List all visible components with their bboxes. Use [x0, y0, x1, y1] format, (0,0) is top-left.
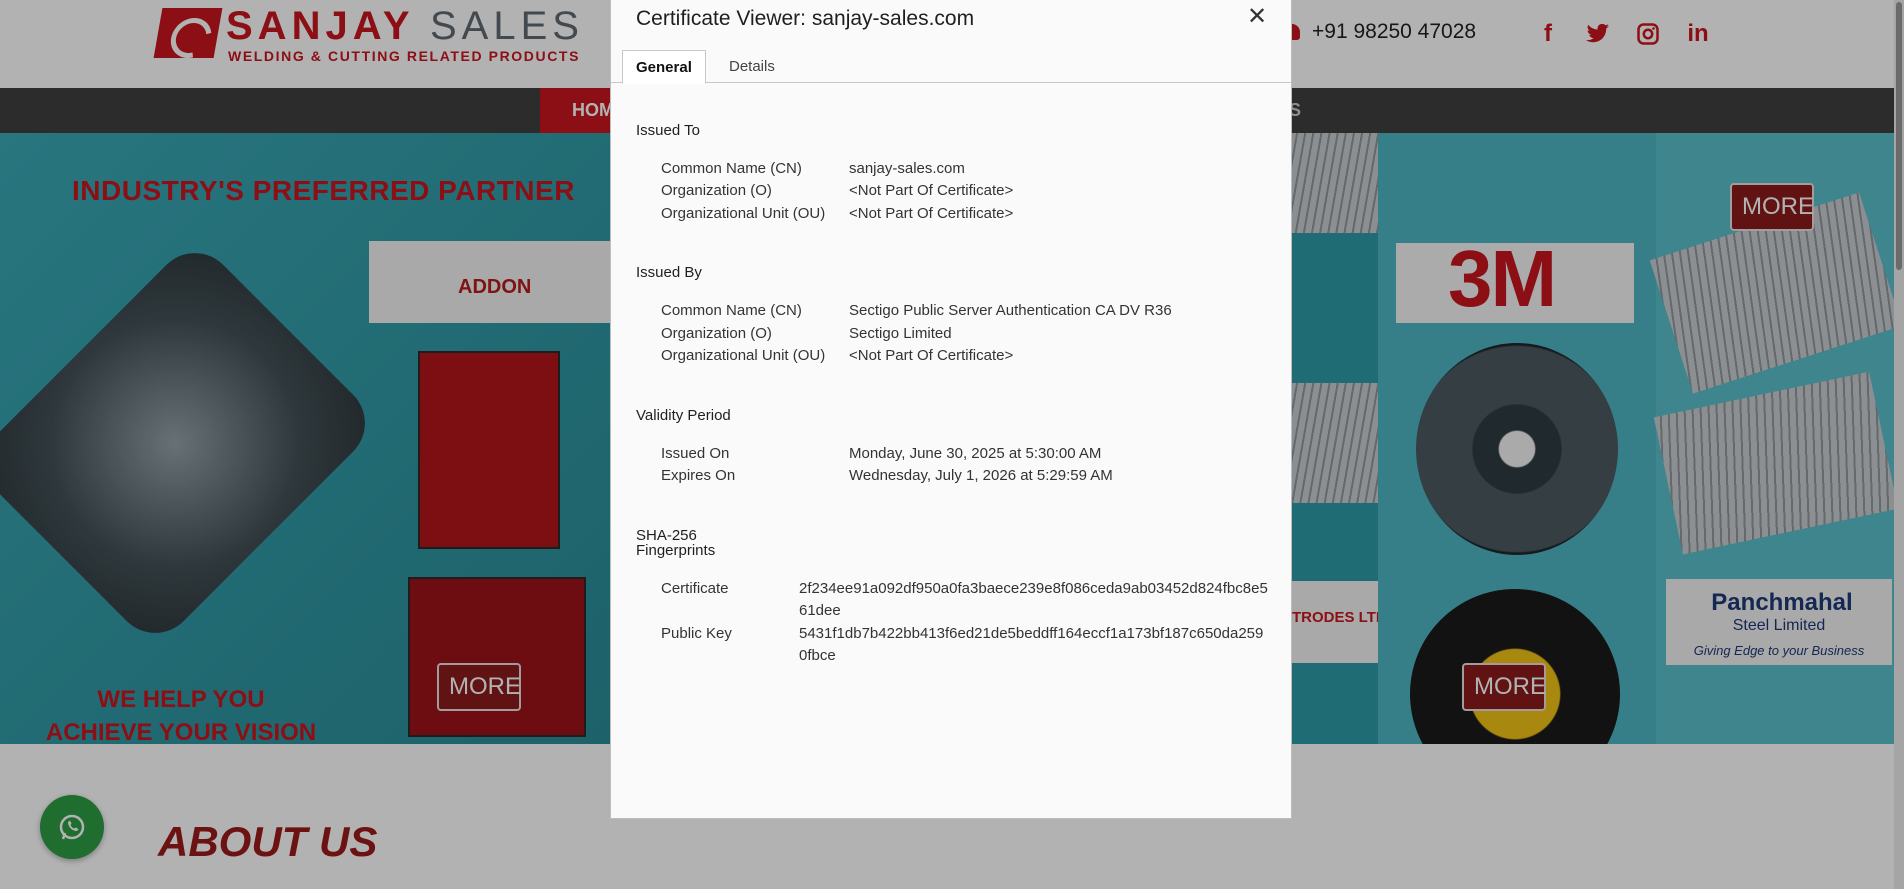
expires-on-value: Wednesday, July 1, 2026 at 5:29:59 AM	[849, 467, 1113, 484]
close-icon[interactable]: ✕	[1243, 3, 1271, 31]
issued-by-o-label: Organization (O)	[661, 325, 772, 342]
issued-by-cn-value: Sectigo Public Server Authentication CA …	[849, 302, 1172, 319]
expires-on-label: Expires On	[661, 467, 736, 484]
issued-on-label: Issued On	[661, 445, 730, 462]
issued-by-cn-label: Common Name (CN)	[661, 302, 802, 319]
tab-details[interactable]: Details	[716, 50, 788, 83]
issued-to-o-label: Organization (O)	[661, 182, 772, 199]
validity-heading: Validity Period	[636, 407, 731, 424]
issued-by-ou-value: <Not Part Of Certificate>	[849, 347, 1014, 364]
issued-to-cn-label: Common Name (CN)	[661, 160, 802, 177]
fingerprints-heading-2: Fingerprints	[636, 542, 716, 559]
issued-to-ou-label: Organizational Unit (OU)	[661, 205, 826, 222]
issued-to-heading: Issued To	[636, 122, 700, 139]
certificate-viewer-dialog: Certificate Viewer: sanjay-sales.com ✕ G…	[610, 0, 1292, 819]
dialog-tabs: General Details	[611, 50, 1291, 84]
pubkey-fingerprint-value: 5431f1db7b422bb413f6ed21de5beddff164eccf…	[799, 625, 1264, 664]
tab-general[interactable]: General	[622, 50, 706, 84]
cert-fingerprint-value: 2f234ee91a092df950a0fa3baece239e8f086ced…	[799, 580, 1268, 619]
issued-on-value: Monday, June 30, 2025 at 5:30:00 AM	[849, 445, 1102, 462]
cert-fingerprint-label: Certificate	[661, 580, 729, 597]
issued-to-o-value: <Not Part Of Certificate>	[849, 182, 1014, 199]
fingerprints-heading-1: SHA-256	[636, 527, 697, 544]
issued-by-ou-label: Organizational Unit (OU)	[661, 347, 826, 364]
dialog-title: Certificate Viewer: sanjay-sales.com	[636, 7, 975, 30]
issued-to-cn-value: sanjay-sales.com	[849, 160, 965, 177]
issued-by-heading: Issued By	[636, 264, 702, 281]
issued-to-ou-value: <Not Part Of Certificate>	[849, 205, 1014, 222]
pubkey-fingerprint-label: Public Key	[661, 625, 732, 642]
issued-by-o-value: Sectigo Limited	[849, 325, 952, 342]
